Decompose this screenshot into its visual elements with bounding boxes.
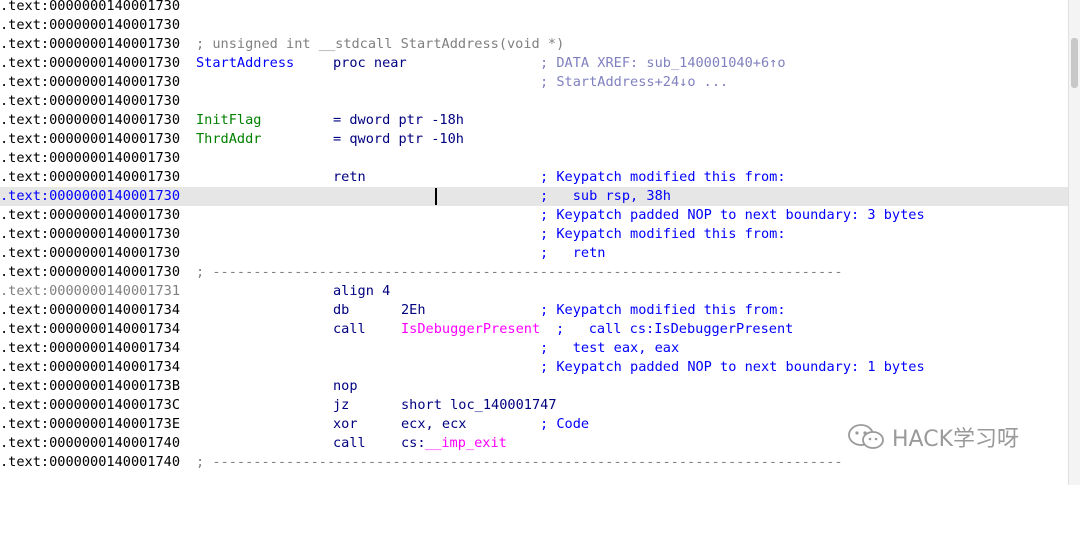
listing-line[interactable]: .text:0000000140001730 (0, 149, 1068, 168)
listing-line[interactable]: .text:000000014000173C jz short loc_1400… (0, 396, 1068, 415)
listing-line[interactable]: .text:0000000140001734 call IsDebuggerPr… (0, 320, 1068, 339)
listing-line[interactable]: .text:0000000140001740 ; ---------------… (0, 453, 1068, 472)
line-mnemonic: = dword ptr -18h (333, 112, 464, 128)
line-mnemonic: call (333, 321, 366, 337)
line-address: .text:0000000140001740 (0, 435, 181, 451)
line-mnemonic: db (333, 302, 350, 318)
listing-line[interactable]: .text:0000000140001730 retn ; Keypatch m… (0, 168, 1068, 187)
line-address: .text:0000000140001730 (0, 188, 181, 204)
line-address: .text:0000000140001730 (0, 0, 181, 14)
line-address: .text:0000000140001730 (0, 55, 181, 71)
listing-line[interactable]: .text:000000014000173B nop (0, 377, 1068, 396)
line-address: .text:0000000140001730 (0, 93, 181, 109)
text-caret (435, 188, 437, 205)
line-address: .text:0000000140001730 (0, 74, 181, 90)
line-operand: 2Eh (401, 302, 426, 318)
xref-comment[interactable]: ; StartAddress+24↓o ... (540, 73, 728, 92)
line-address: .text:0000000140001730 (0, 169, 181, 185)
line-comment: ; sub rsp, 38h (540, 188, 671, 204)
line-address: .text:0000000140001731 (0, 283, 181, 299)
line-address: .text:0000000140001730 (0, 150, 181, 166)
operand-segment-prefix: cs: (401, 435, 426, 451)
listing-line[interactable]: .text:0000000140001730 ; Keypatch modifi… (0, 225, 1068, 244)
xref-comment[interactable]: ; DATA XREF: sub_140001040+6↑o (540, 54, 786, 73)
line-address: .text:0000000140001730 (0, 264, 181, 280)
line-address: .text:0000000140001740 (0, 454, 181, 470)
line-mnemonic: align 4 (333, 283, 391, 299)
listing-line[interactable]: .text:0000000140001730 ; unsigned int __… (0, 35, 1068, 54)
jump-target-operand[interactable]: short loc_140001747 (401, 396, 557, 415)
line-comment: ; Keypatch modified this from: (540, 169, 786, 185)
vertical-scrollbar[interactable] (1068, 0, 1080, 485)
line-comment: ; Keypatch padded NOP to next boundary: … (540, 359, 925, 375)
line-address: .text:0000000140001734 (0, 359, 181, 375)
listing-line[interactable]: .text:0000000140001730 (0, 0, 1068, 16)
stack-variable-label[interactable]: InitFlag (196, 111, 261, 130)
listing-line[interactable]: .text:0000000140001734 ; Keypatch padded… (0, 358, 1068, 377)
separator-line: ; --------------------------------------… (196, 264, 843, 280)
line-address: .text:0000000140001730 (0, 226, 181, 242)
line-mnemonic: proc near (333, 55, 407, 71)
line-mnemonic: jz (333, 397, 350, 413)
line-mnemonic: nop (333, 378, 358, 394)
import-function-name[interactable]: IsDebuggerPresent (401, 320, 540, 339)
listing-line[interactable]: .text:0000000140001730 (0, 16, 1068, 35)
listing-line[interactable]: .text:0000000140001730 ; Keypatch padded… (0, 206, 1068, 225)
line-comment: ; retn (540, 245, 606, 261)
line-mnemonic: xor (333, 416, 358, 432)
line-mnemonic: retn (333, 169, 366, 185)
disassembly-listing[interactable]: .text:0000000140001730 .text:00000001400… (0, 0, 1068, 485)
function-signature-comment: ; unsigned int __stdcall StartAddress(vo… (196, 36, 565, 52)
line-comment: ; call cs:IsDebuggerPresent (556, 321, 794, 337)
listing-line[interactable]: .text:0000000140001730 StartAddress proc… (0, 54, 1068, 73)
line-address: .text:0000000140001730 (0, 112, 181, 128)
line-mnemonic: call (333, 435, 366, 451)
line-comment: ; test eax, eax (540, 340, 680, 356)
line-operand: ecx, ecx (401, 416, 467, 432)
line-comment: ; Keypatch modified this from: (540, 226, 786, 242)
line-comment: ; Code (540, 416, 590, 432)
watermark-text: HACK学习呀 (892, 427, 1019, 452)
listing-line[interactable]: .text:0000000140001734 db 2Eh ; Keypatch… (0, 301, 1068, 320)
line-address: .text:000000014000173B (0, 378, 181, 394)
line-address: .text:0000000140001734 (0, 340, 181, 356)
line-address: .text:0000000140001730 (0, 131, 181, 147)
listing-line[interactable]: .text:0000000140001730 ; StartAddress+24… (0, 73, 1068, 92)
listing-line[interactable]: .text:0000000140001731 align 4 (0, 282, 1068, 301)
line-address: .text:0000000140001730 (0, 245, 181, 261)
line-address: .text:0000000140001734 (0, 321, 181, 337)
function-label[interactable]: StartAddress (196, 54, 294, 73)
listing-line[interactable]: .text:0000000140001730 ThrdAddr = qword … (0, 130, 1068, 149)
line-address: .text:0000000140001734 (0, 302, 181, 318)
scrollbar-thumb[interactable] (1071, 38, 1078, 88)
line-address: .text:000000014000173E (0, 416, 181, 432)
line-address: .text:0000000140001730 (0, 17, 181, 33)
line-address: .text:0000000140001730 (0, 36, 181, 52)
watermark: HACK学习呀 (846, 422, 1019, 452)
listing-line[interactable]: .text:0000000140001730 ; ---------------… (0, 263, 1068, 282)
line-address: .text:0000000140001730 (0, 207, 181, 223)
line-comment: ; Keypatch modified this from: (540, 302, 786, 318)
import-function-name[interactable]: __imp_exit (425, 434, 507, 453)
separator-line: ; --------------------------------------… (196, 454, 843, 470)
line-mnemonic: = qword ptr -10h (333, 131, 464, 147)
listing-line[interactable]: .text:0000000140001730 InitFlag = dword … (0, 111, 1068, 130)
listing-line[interactable]: .text:0000000140001730 (0, 92, 1068, 111)
wechat-icon (848, 424, 884, 449)
line-comment: ; Keypatch padded NOP to next boundary: … (540, 207, 925, 223)
listing-line[interactable]: .text:0000000140001730 ; retn (0, 244, 1068, 263)
line-address: .text:000000014000173C (0, 397, 181, 413)
listing-line[interactable]: .text:0000000140001734 ; test eax, eax (0, 339, 1068, 358)
selected-listing-line[interactable]: .text:0000000140001730 ; sub rsp, 38h (0, 187, 1068, 206)
stack-variable-label[interactable]: ThrdAddr (196, 130, 261, 149)
